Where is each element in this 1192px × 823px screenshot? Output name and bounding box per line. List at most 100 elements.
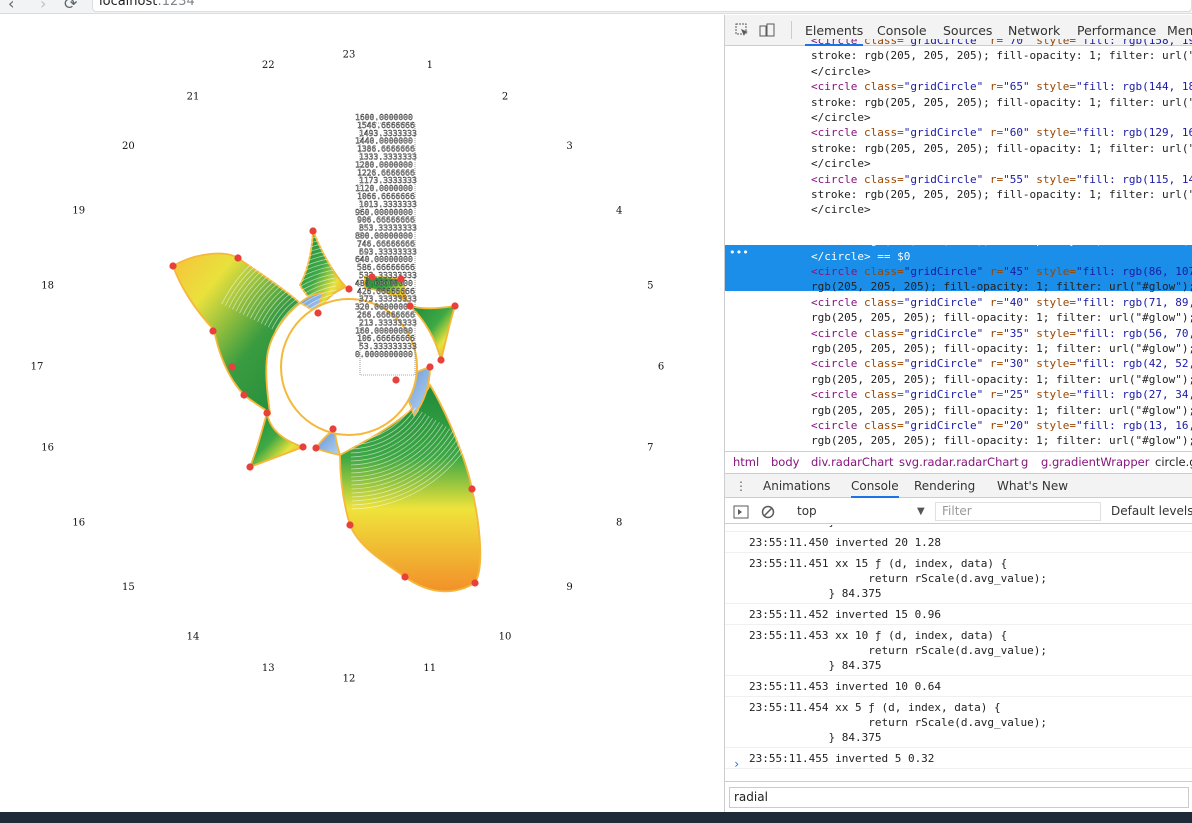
radial-areas — [171, 226, 482, 593]
dom-node-line[interactable]: <circle class="gridCircle" r="30" style=… — [811, 356, 1192, 371]
breadcrumb: html body div.radarChart svg.radar.radarCha… — [725, 451, 1192, 473]
dom-node-line[interactable]: stroke: rgb(205, 205, 205); fill-opacity… — [811, 141, 1192, 156]
back-icon[interactable]: ‹ — [8, 0, 14, 13]
data-point — [228, 363, 236, 371]
hour-label: 16 — [41, 442, 54, 453]
dom-node-line[interactable]: rgb(205, 205, 205); fill-opacity: 1; fil… — [811, 372, 1192, 387]
hour-label: 12 — [343, 674, 356, 685]
dom-node-line[interactable]: <circle class="gridCircle" r="20" style=… — [811, 418, 1192, 433]
reload-icon[interactable]: ⟳ — [64, 0, 77, 13]
context-selector[interactable]: top — [797, 499, 817, 524]
data-point — [240, 391, 248, 399]
dom-node-line[interactable]: rgb(205, 205, 205); fill-opacity: 1; fil… — [811, 341, 1192, 356]
dom-node-line[interactable]: <circle class="gridCircle" r="70" style=… — [811, 39, 1192, 48]
data-point — [169, 262, 177, 270]
dom-node-line[interactable]: </circle> — [811, 202, 871, 217]
dom-node-line[interactable]: <circle class="gridCircle" r="35" style=… — [811, 326, 1192, 341]
console-line: } 84.375 — [749, 525, 881, 529]
breadcrumb-item[interactable]: circle.g — [1155, 452, 1192, 473]
breadcrumb-item[interactable]: body — [771, 452, 799, 473]
console-prompt-icon[interactable]: › — [733, 757, 740, 771]
breadcrumb-item[interactable]: g.gradientWrapper — [1041, 452, 1149, 473]
dom-node-line[interactable]: <circle class="gridCircle" r="40" style=… — [811, 295, 1192, 310]
console-messages: } 84.375 23:55:11.450 inverted 20 1.28 23:… — [725, 525, 1192, 773]
data-point — [312, 444, 320, 452]
data-point — [246, 463, 254, 471]
breadcrumb-item[interactable]: g — [1021, 452, 1028, 473]
device-toolbar-icon[interactable] — [759, 23, 775, 37]
dom-node-line[interactable]: rgb(205, 205, 205); fill-opacity: 1; fil… — [811, 433, 1192, 448]
hour-label: 11 — [423, 663, 436, 674]
url-port: :1234 — [157, 0, 195, 9]
hour-label: 21 — [187, 91, 200, 102]
dom-node-line[interactable]: stroke: rgb(205, 205, 205); fill-opacity… — [811, 187, 1192, 202]
data-point — [426, 363, 434, 371]
dom-node-line[interactable]: <circle class="gridCircle" r="55" style=… — [811, 172, 1192, 187]
drawer-tabs: ⋮ Animations Console Rendering What's Ne… — [725, 473, 1192, 498]
dom-node-line[interactable]: rgb(205, 205, 205); fill-opacity: 1; fil… — [811, 403, 1192, 418]
dom-node-line[interactable]: <circle class="gridCircle" r="45" style=… — [811, 264, 1192, 279]
data-point — [401, 573, 409, 581]
page-viewport: 1 2 3 4 5 6 7 8 9 10 11 12 13 14 15 16 16 17 18 19 20 21 22 23 … — [0, 15, 724, 812]
data-point — [406, 302, 414, 310]
dom-node-line[interactable]: <circle class="gridCircle" r="25" style=… — [811, 387, 1192, 402]
forward-icon[interactable]: › — [40, 0, 46, 13]
dom-node-line[interactable]: rgb(205, 205, 205); fill-opacity: 1; fil… — [811, 279, 1192, 294]
breadcrumb-item[interactable]: html — [733, 452, 759, 473]
url-host: localhost — [99, 0, 158, 9]
radial-area — [171, 252, 302, 415]
hour-label: 14 — [187, 632, 200, 643]
dom-node-line[interactable]: <circle class="gridCircle" r="65" style=… — [811, 79, 1192, 94]
console-line: 23:55:11.451 xx 15 ƒ (d, index, data) { — [749, 557, 1008, 570]
dom-node-line[interactable]: </circle> — [811, 110, 871, 125]
search-bar: radial — [725, 781, 1192, 812]
console-filter-input[interactable]: Filter — [935, 502, 1101, 521]
dom-node-line[interactable]: </circle> — [811, 156, 871, 171]
sidebar-toggle-icon[interactable] — [733, 499, 749, 524]
data-point — [314, 309, 322, 317]
hour-label: 7 — [647, 442, 653, 453]
console-message: 23:55:11.454 xx 5 ƒ (d, index, data) { r… — [725, 697, 1192, 748]
hour-label: 22 — [262, 60, 275, 71]
console-message: 23:55:11.452 inverted 15 0.96 — [725, 604, 1192, 625]
dom-node-line[interactable]: stroke: rgb(205, 205, 205); fill-opacity… — [811, 95, 1192, 110]
hour-label: 3 — [566, 141, 572, 152]
data-point — [397, 275, 405, 283]
stacked-value-labels: 1600.00000001546.66666661493.33333331440… — [355, 113, 417, 376]
dom-node-line[interactable]: rgb(205, 205, 205); fill-opacity: 1; fil… — [811, 310, 1192, 325]
elements-tree: ••• <circle class="gridCircle" r="70" st… — [725, 39, 1192, 463]
address-bar[interactable]: localhost:1234 — [92, 0, 1192, 12]
dom-node-line[interactable]: stroke: rgb(205, 205, 205); fill-opacity… — [811, 233, 1192, 248]
hour-label: 8 — [616, 518, 622, 529]
hour-label: 23 — [343, 50, 356, 61]
console-message: 23:55:11.450 inverted 20 1.28 — [725, 532, 1192, 553]
clear-console-icon[interactable] — [761, 499, 775, 524]
dom-node-line[interactable]: </circle> == $0 — [811, 249, 910, 264]
data-point — [309, 227, 317, 235]
dom-node-line[interactable]: <circle class="gridCircle" r="60" style=… — [811, 125, 1192, 140]
data-point — [346, 521, 354, 529]
log-levels-dropdown[interactable]: Default levels ▾ — [1111, 499, 1192, 524]
console-message: 23:55:11.451 xx 15 ƒ (d, index, data) { … — [725, 553, 1192, 604]
dom-node-line[interactable]: </circle> — [811, 64, 871, 79]
breadcrumb-item[interactable]: svg.radar.radarChart — [899, 452, 1019, 473]
drawer-tab-whats-new[interactable]: What's New — [997, 474, 1068, 498]
drawer-tab-console[interactable]: Console — [851, 474, 899, 498]
hour-label: 20 — [122, 141, 135, 152]
search-input[interactable]: radial — [729, 787, 1189, 808]
breadcrumb-item[interactable]: div.radarChart — [811, 452, 894, 473]
hour-label: 5 — [647, 281, 653, 292]
data-point — [263, 409, 271, 417]
drawer-tab-animations[interactable]: Animations — [763, 474, 830, 498]
context-dropdown-icon[interactable]: ▼ — [917, 499, 925, 524]
data-point — [299, 443, 307, 451]
inspect-element-icon[interactable] — [735, 23, 749, 37]
drawer-menu-icon[interactable]: ⋮ — [735, 474, 747, 498]
dom-node-line[interactable]: stroke: rgb(205, 205, 205); fill-opacity… — [811, 48, 1192, 63]
drawer-tab-rendering[interactable]: Rendering — [914, 474, 975, 498]
hour-label: 19 — [72, 206, 85, 217]
data-point — [471, 579, 479, 587]
dom-node-line[interactable]: <circle class="gridCircle" r="50" style=… — [811, 218, 1192, 233]
node-menu-dots[interactable]: ••• — [729, 245, 749, 260]
console-line: return rScale(d.avg_value); — [749, 716, 1048, 729]
